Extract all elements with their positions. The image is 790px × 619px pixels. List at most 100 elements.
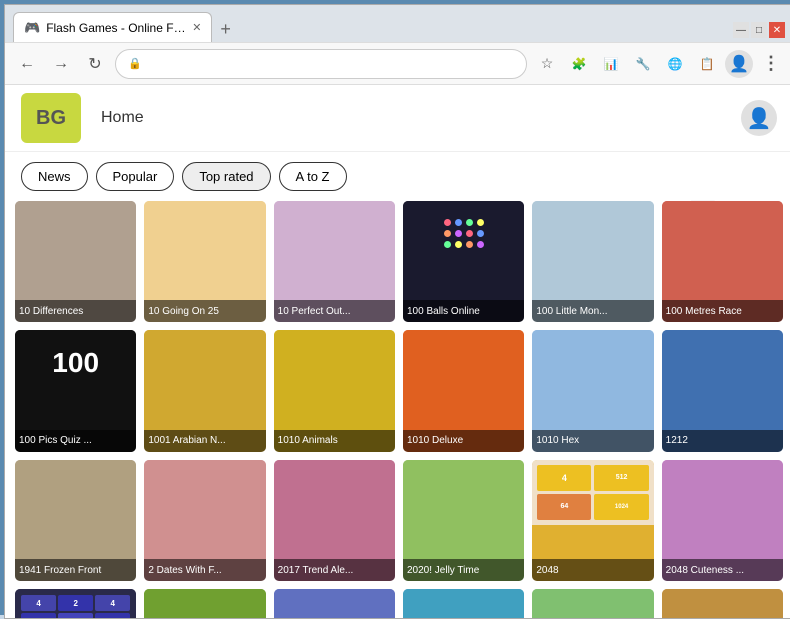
game-label: 100 Little Mon...	[532, 300, 653, 322]
tab-favicon: 🎮	[24, 20, 40, 36]
filter-news[interactable]: News	[21, 162, 88, 191]
game-thumbnail	[532, 589, 653, 618]
game-card[interactable]: 2020! Jelly Time	[403, 460, 524, 581]
game-card[interactable]: 1010 Deluxe	[403, 330, 524, 451]
tab-bar: 🎮 Flash Games - Online Flash Gam... ✕ + …	[5, 5, 790, 43]
nav-icons: ☆ 🧩 📊 🔧 🌐 📋 👤 ⋮	[533, 50, 785, 78]
game-label: 100 Metres Race	[662, 300, 783, 322]
game-thumbnail	[403, 201, 524, 266]
game-thumbnail	[403, 460, 524, 525]
game-card[interactable]: 4 512 64 1024 2048	[532, 460, 653, 581]
game-thumbnail	[403, 330, 524, 395]
forward-button[interactable]: →	[47, 50, 75, 78]
back-button[interactable]: ←	[13, 50, 41, 78]
game-thumbnail	[662, 460, 783, 525]
game-card[interactable]: 10 Perfect Out...	[274, 201, 395, 322]
profile-button[interactable]: 👤	[725, 50, 753, 78]
game-card[interactable]: 4 2 4 8 2 16 2048 G8	[15, 589, 136, 618]
game-card[interactable]: 1941 Frozen Front	[15, 460, 136, 581]
ext3-button[interactable]: 🔧	[629, 50, 657, 78]
user-avatar[interactable]: 👤	[741, 100, 777, 136]
game-card[interactable]: 1010 Hex	[532, 330, 653, 451]
browser-frame: 🎮 Flash Games - Online Flash Gam... ✕ + …	[0, 0, 790, 615]
game-thumbnail	[274, 589, 395, 618]
game-card[interactable]: 1001 Arabian N...	[144, 330, 265, 451]
game-thumbnail	[532, 201, 653, 266]
ext5-button[interactable]: 📋	[693, 50, 721, 78]
game-label: 1010 Animals	[274, 430, 395, 452]
game-thumbnail	[403, 589, 524, 618]
game-label: 2 Dates With F...	[144, 559, 265, 581]
minimize-button[interactable]: —	[733, 22, 749, 38]
game-thumbnail	[274, 201, 395, 266]
game-label: 1212	[662, 430, 783, 452]
game-thumbnail	[144, 589, 265, 618]
game-label: 2020! Jelly Time	[403, 559, 524, 581]
games-section: 10 Differences 10 Going On 25 10 Perfect O…	[5, 201, 790, 618]
new-tab-button[interactable]: +	[212, 19, 239, 40]
game-thumbnail	[144, 330, 265, 395]
game-thumbnail	[662, 589, 783, 618]
game-label: 2017 Trend Ale...	[274, 559, 395, 581]
game-card[interactable]: 10 Going On 25	[144, 201, 265, 322]
tab-title: Flash Games - Online Flash Gam...	[46, 21, 186, 35]
game-thumbnail	[144, 201, 265, 266]
tab-close-icon[interactable]: ✕	[192, 21, 201, 34]
bookmark-button[interactable]: ☆	[533, 50, 561, 78]
address-bar[interactable]: 🔒	[115, 49, 527, 79]
page-content: BG Home 👤 News Popular Top rated A to Z …	[5, 85, 790, 618]
game-card[interactable]: 1212	[662, 330, 783, 451]
game-card[interactable]: 100 Balls Online	[403, 201, 524, 322]
game-label: 1010 Hex	[532, 430, 653, 452]
game-thumbnail: 4 512 64 1024	[532, 460, 653, 525]
active-tab[interactable]: 🎮 Flash Games - Online Flash Gam... ✕	[13, 12, 212, 42]
filter-a-to-z[interactable]: A to Z	[279, 162, 347, 191]
game-card[interactable]: 3 Pyramid Trip...	[532, 589, 653, 618]
game-card[interactable]: 2 Dates With F...	[144, 460, 265, 581]
game-card[interactable]: 100 Little Mon...	[532, 201, 653, 322]
game-label: 2048 Cuteness ...	[662, 559, 783, 581]
game-label: 1001 Arabian N...	[144, 430, 265, 452]
site-logo: BG	[21, 93, 81, 143]
game-thumbnail	[15, 460, 136, 525]
game-card[interactable]: 1010 Animals	[274, 330, 395, 451]
game-thumbnail	[144, 460, 265, 525]
lock-icon: 🔒	[128, 57, 142, 70]
browser-window: 🎮 Flash Games - Online Flash Gam... ✕ + …	[4, 4, 790, 619]
game-card[interactable]: 22 Seconds Online	[274, 589, 395, 618]
game-card[interactable]: 3 Pandas	[403, 589, 524, 618]
game-card[interactable]: 100 Metres Race	[662, 201, 783, 322]
game-card[interactable]: 100100 Pics Quiz ...	[15, 330, 136, 451]
game-label: 10 Going On 25	[144, 300, 265, 322]
menu-button[interactable]: ⋮	[757, 50, 785, 78]
filter-bar: News Popular Top rated A to Z	[5, 152, 790, 201]
games-grid: 10 Differences 10 Going On 25 10 Perfect O…	[15, 201, 783, 618]
game-label: 2048	[532, 559, 653, 581]
navigation-bar: ← → ↻ 🔒 ☆ 🧩 📊 🔧 🌐 📋 👤 ⋮	[5, 43, 790, 85]
game-thumbnail: 4 2 4 8 2 16	[15, 589, 136, 618]
ext4-button[interactable]: 🌐	[661, 50, 689, 78]
game-thumbnail	[274, 460, 395, 525]
close-button[interactable]: ✕	[769, 22, 785, 38]
game-thumbnail	[662, 330, 783, 395]
game-card[interactable]: 2017 Trend Ale...	[274, 460, 395, 581]
game-thumbnail	[662, 201, 783, 266]
game-card[interactable]: 2048 Grow Up	[144, 589, 265, 618]
filter-top-rated[interactable]: Top rated	[182, 162, 270, 191]
game-label: 1941 Frozen Front	[15, 559, 136, 581]
ext1-button[interactable]: 🧩	[565, 50, 593, 78]
game-thumbnail	[15, 201, 136, 266]
home-link[interactable]: Home	[101, 109, 144, 127]
game-label: 10 Differences	[15, 300, 136, 322]
maximize-button[interactable]: □	[751, 22, 767, 38]
game-card[interactable]: 2048 Cuteness ...	[662, 460, 783, 581]
game-label: 100 Balls Online	[403, 300, 524, 322]
game-thumbnail	[274, 330, 395, 395]
ext2-button[interactable]: 📊	[597, 50, 625, 78]
refresh-button[interactable]: ↻	[81, 50, 109, 78]
game-card[interactable]: 360 Degree	[662, 589, 783, 618]
game-label: 100 Pics Quiz ...	[15, 430, 136, 452]
game-thumbnail	[532, 330, 653, 395]
game-card[interactable]: 10 Differences	[15, 201, 136, 322]
filter-popular[interactable]: Popular	[96, 162, 175, 191]
